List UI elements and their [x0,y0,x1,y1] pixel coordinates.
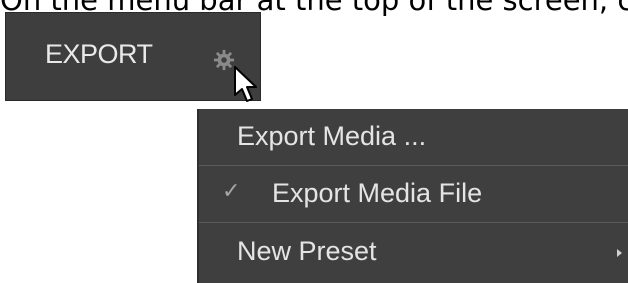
export-label: EXPORT [45,39,153,69]
menu-item-label: New Preset [237,236,377,266]
export-dropdown-menu: Export Media ... ✓ Export Media File New… [197,109,628,283]
menu-item-new-preset[interactable]: New Preset [199,223,628,280]
menu-item-export-media[interactable]: Export Media ... [199,109,628,166]
menu-item-export-media-file[interactable]: ✓ Export Media File [199,166,628,223]
gear-icon[interactable] [213,49,235,71]
export-menu-button[interactable]: EXPORT [5,12,261,102]
check-icon: ✓ [222,179,241,204]
cursor-icon [234,66,257,102]
menu-item-label: Export Media File [272,178,483,208]
screenshot-stage: On the menu bar at the top of the screen… [0,0,628,283]
submenu-arrow-icon [617,249,622,257]
menu-item-label: Export Media ... [237,121,427,151]
